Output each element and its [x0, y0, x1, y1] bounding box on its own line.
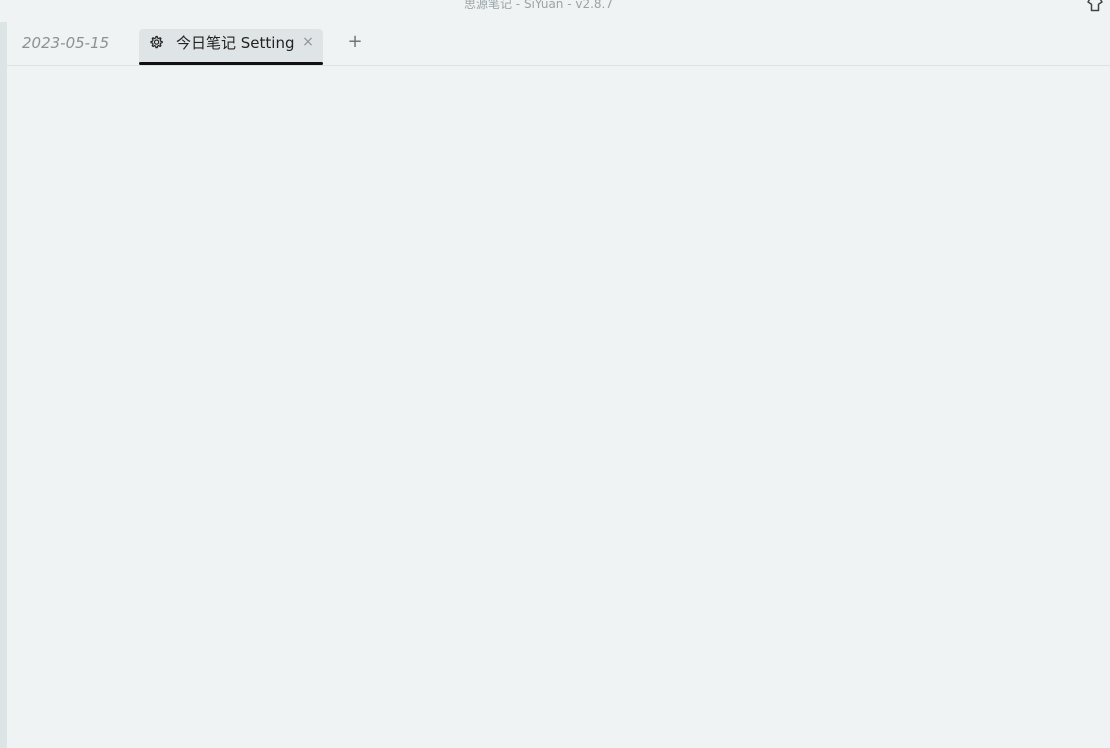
tab-date[interactable]: 2023-05-15: [22, 34, 109, 52]
siyuan-window: 思源笔记 - SiYuan - v2.8.7 2023-05-15 今日笔记 S…: [0, 0, 1110, 748]
pin-icon[interactable]: [1086, 0, 1104, 13]
tab-today-note-setting[interactable]: 今日笔记 Setting ×: [139, 29, 323, 65]
editor-content-area: [7, 66, 1110, 748]
add-tab-button[interactable]: +: [346, 32, 364, 52]
close-icon[interactable]: ×: [301, 33, 315, 51]
gear-icon: [150, 35, 163, 49]
tab-label: 今日笔记 Setting: [176, 34, 295, 52]
tab-bar: 2023-05-15 今日笔记 Setting × +: [7, 22, 1110, 66]
title-bar: 思源笔记 - SiYuan - v2.8.7: [0, 0, 1110, 22]
active-tab-indicator: [139, 62, 323, 65]
left-panel-strip[interactable]: [0, 22, 7, 748]
window-title: 思源笔记 - SiYuan - v2.8.7: [463, 0, 614, 11]
